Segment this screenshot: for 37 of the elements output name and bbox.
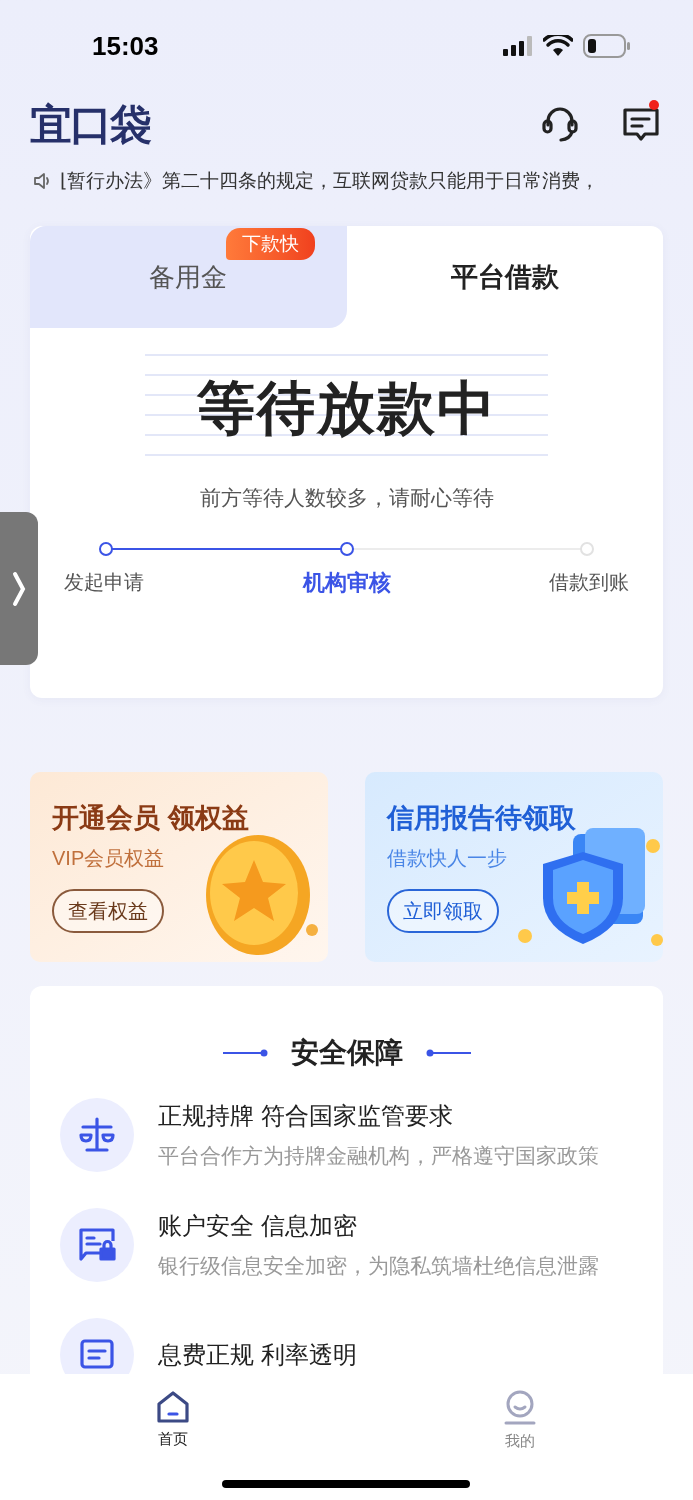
nav-tab[interactable]: 首页: [0, 1374, 347, 1500]
status-title: 等待放款中: [196, 373, 497, 442]
divider-ornament-icon: [222, 1049, 269, 1057]
feature-title: 息费正规 利率透明: [158, 1340, 357, 1370]
promo-title: 信用报告待领取: [387, 802, 577, 835]
feature-title: 正规持牌 符合国家监管要求: [158, 1101, 454, 1132]
section-title: 安全保障: [290, 1036, 403, 1070]
promo-subtitle: 借款快人一步: [387, 845, 508, 871]
promo-card[interactable]: 开通会员 领权益 VIP会员权益 查看权益: [30, 772, 328, 962]
step-label: 发起申请: [64, 570, 144, 595]
chevron-icon: [12, 570, 26, 607]
promo-button[interactable]: 查看权益: [52, 888, 164, 933]
promo-button[interactable]: 立即领取: [387, 888, 499, 933]
feature-description: 平台合作方为持牌金融机构，严格遵守国家政策: [158, 1143, 599, 1170]
promo-subtitle: VIP会员权益: [52, 845, 166, 871]
signal-icon: [503, 36, 533, 56]
profile-icon: [502, 1390, 537, 1426]
document-icon: [60, 1318, 134, 1374]
notice-text: ⌊暂行办法》第二十四条的规定，互联网贷款只能用于日常消费，: [60, 168, 599, 193]
promo-title: 开通会员 领权益: [52, 802, 250, 835]
feature-description: 银行级信息安全加密，为隐私筑墙杜绝信息泄露: [158, 1253, 599, 1280]
battery-icon: [583, 34, 631, 58]
status-subtitle: 前方等待人数较多，请耐心等待: [198, 485, 495, 511]
status-time: 15:03: [92, 29, 159, 63]
side-drawer-handle[interactable]: [0, 512, 38, 665]
feature-title: 账户安全 信息加密: [158, 1211, 358, 1242]
wifi-icon: [543, 35, 573, 57]
step-label: 机构审核: [302, 568, 391, 597]
headset-icon[interactable]: [541, 105, 579, 143]
nav-tab[interactable]: 我的: [346, 1374, 693, 1500]
loan-tab[interactable]: 备用金 下款快: [30, 226, 347, 328]
app-logo: 宜口袋: [30, 99, 150, 150]
home-icon: [156, 1390, 191, 1424]
step-label: 借款到账: [549, 570, 629, 595]
divider-ornament-icon: [424, 1049, 471, 1057]
speed-badge: 下款快: [225, 228, 315, 260]
promo-card[interactable]: 信用报告待领取 借款快人一步 立即领取: [365, 772, 663, 962]
